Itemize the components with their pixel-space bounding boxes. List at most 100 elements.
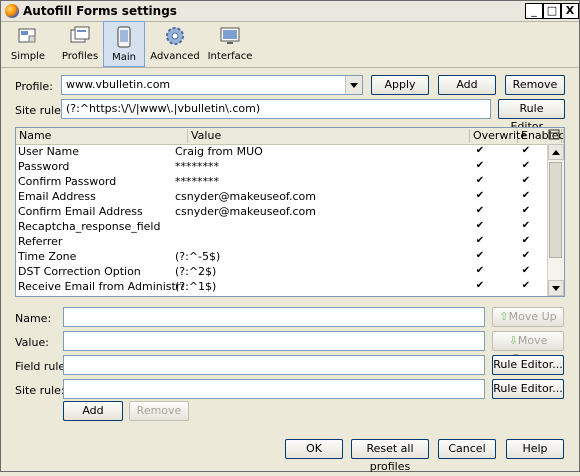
field-name: Referrer [18, 235, 63, 248]
value-input[interactable] [63, 331, 485, 351]
field-value: csnyder@makeuseof.com [175, 190, 316, 203]
ok-button[interactable]: OK [285, 439, 343, 459]
profile-select[interactable]: www.vbulletin.com [61, 75, 363, 95]
site-rule-field-editor-button[interactable]: Rule Editor... [492, 379, 564, 399]
add-field-button[interactable]: Add [63, 401, 123, 421]
apply-button[interactable]: Apply [371, 75, 429, 95]
main-icon [117, 26, 131, 48]
chevron-down-icon[interactable] [345, 76, 362, 94]
overwrite-check[interactable]: ✔ [456, 265, 504, 276]
move-up-button[interactable]: ⇧Move Up [492, 307, 564, 327]
interface-icon [220, 27, 240, 44]
simple-icon [18, 28, 36, 43]
table-row[interactable]: User Name Craig from MUO ✔ ✔ [16, 144, 548, 159]
column-name[interactable]: Name [16, 129, 188, 143]
field-name: Recaptcha_response_field [18, 220, 161, 233]
enabled-check[interactable]: ✔ [504, 250, 548, 261]
overwrite-check[interactable]: ✔ [456, 280, 504, 291]
close-button[interactable]: X [561, 3, 579, 19]
column-picker-icon[interactable] [548, 129, 564, 143]
site-rule-editor-button[interactable]: Rule Editor... [498, 99, 565, 133]
site-rule-input[interactable]: (?:^https:\/\/|www\.|vbulletin\.com) [61, 99, 491, 119]
tab-interface-label: Interface [207, 51, 253, 62]
field-value: Craig from MUO [175, 145, 263, 158]
enabled-check[interactable]: ✔ [504, 145, 548, 156]
field-name: DST Correction Option [18, 265, 141, 278]
overwrite-check[interactable]: ✔ [456, 145, 504, 156]
table-row[interactable]: Confirm Email Address csnyder@makeuseof.c… [16, 204, 548, 219]
tab-advanced[interactable]: Advanced [149, 21, 201, 67]
enabled-check[interactable]: ✔ [504, 265, 548, 276]
overwrite-check[interactable]: ✔ [456, 220, 504, 231]
table-row[interactable]: Password ******** ✔ ✔ [16, 159, 548, 174]
field-name: Receive Email from Administrators [18, 280, 184, 293]
value-label: Value: [15, 336, 49, 349]
site-rule-label: Site rule: [15, 104, 65, 117]
help-button[interactable]: Help [506, 439, 564, 459]
enabled-check[interactable]: ✔ [504, 160, 548, 171]
field-name: Password [18, 160, 70, 173]
scroll-down-icon[interactable] [548, 280, 564, 296]
overwrite-check[interactable]: ✔ [456, 190, 504, 201]
field-name: Confirm Password [18, 175, 117, 188]
tab-profiles[interactable]: Profiles [57, 21, 103, 67]
overwrite-check[interactable]: ✔ [456, 175, 504, 186]
field-rule-label: Field rule: [15, 360, 69, 373]
enabled-check[interactable]: ✔ [504, 280, 548, 291]
title-bar: Autofill Forms settings _ □ X [1, 1, 579, 22]
reset-profiles-button[interactable]: Reset all profiles [351, 439, 429, 473]
tab-simple-label: Simple [10, 51, 46, 62]
overwrite-check[interactable]: ✔ [456, 235, 504, 246]
field-value: csnyder@makeuseof.com [175, 205, 316, 218]
cancel-button[interactable]: Cancel [438, 439, 496, 459]
scroll-thumb[interactable] [549, 162, 562, 258]
scroll-up-icon[interactable] [548, 144, 564, 160]
table-row[interactable]: Time Zone (?:^-5$) ✔ ✔ [16, 249, 548, 264]
enabled-check[interactable]: ✔ [504, 190, 548, 201]
move-down-button[interactable]: ⇩Move Down [492, 331, 564, 365]
enabled-check[interactable]: ✔ [504, 235, 548, 246]
tab-simple[interactable]: Simple [7, 21, 49, 67]
site-rule-field-input[interactable] [63, 379, 485, 399]
overwrite-check[interactable]: ✔ [456, 160, 504, 171]
table-row[interactable]: Referrer ✔ ✔ [16, 234, 548, 249]
field-value: ******** [175, 175, 219, 188]
arrow-up-icon: ⇧ [499, 310, 509, 323]
maximize-button[interactable]: □ [543, 3, 561, 19]
table-row[interactable]: Receive Email from Administrators(?:^1$)… [16, 279, 548, 294]
field-name: Confirm Email Address [18, 205, 143, 218]
window-title: Autofill Forms settings [23, 4, 177, 18]
field-value: (?:^1$) [175, 280, 217, 293]
arrow-down-icon: ⇩ [508, 334, 518, 347]
field-name: Time Zone [18, 250, 77, 263]
table-scrollbar[interactable] [547, 144, 564, 296]
fields-table: Name Value Overwrite Enabled User Name Cr… [15, 127, 565, 297]
overwrite-check[interactable]: ✔ [456, 205, 504, 216]
name-input[interactable] [63, 307, 485, 327]
settings-window: Autofill Forms settings _ □ X Simple Pro… [0, 0, 580, 473]
field-rule-input[interactable] [63, 355, 485, 375]
column-overwrite[interactable]: Overwrite [470, 129, 527, 143]
table-header: Name Value Overwrite Enabled [16, 128, 564, 145]
field-name: Email Address [18, 190, 96, 203]
table-row[interactable]: Email Address csnyder@makeuseof.com ✔ ✔ [16, 189, 548, 204]
enabled-check[interactable]: ✔ [504, 220, 548, 231]
profile-value: www.vbulletin.com [66, 78, 171, 91]
remove-field-button[interactable]: Remove [129, 401, 189, 421]
enabled-check[interactable]: ✔ [504, 205, 548, 216]
tab-main[interactable]: Main [103, 21, 145, 67]
table-row[interactable]: DST Correction Option (?:^2$) ✔ ✔ [16, 264, 548, 279]
field-value: (?:^2$) [175, 265, 217, 278]
field-rule-editor-button[interactable]: Rule Editor... [492, 355, 564, 375]
tab-advanced-label: Advanced [150, 51, 200, 62]
minimize-button[interactable]: _ [525, 3, 543, 19]
remove-profile-button[interactable]: Remove [505, 75, 565, 95]
enabled-check[interactable]: ✔ [504, 175, 548, 186]
site-rule-field-label: Site rule: [15, 384, 65, 397]
table-row[interactable]: Confirm Password ******** ✔ ✔ [16, 174, 548, 189]
add-profile-button[interactable]: Add [438, 75, 496, 95]
overwrite-check[interactable]: ✔ [456, 250, 504, 261]
column-value[interactable]: Value [188, 129, 470, 143]
tab-interface[interactable]: Interface [205, 21, 255, 67]
table-row[interactable]: Recaptcha_response_field ✔ ✔ [16, 219, 548, 234]
